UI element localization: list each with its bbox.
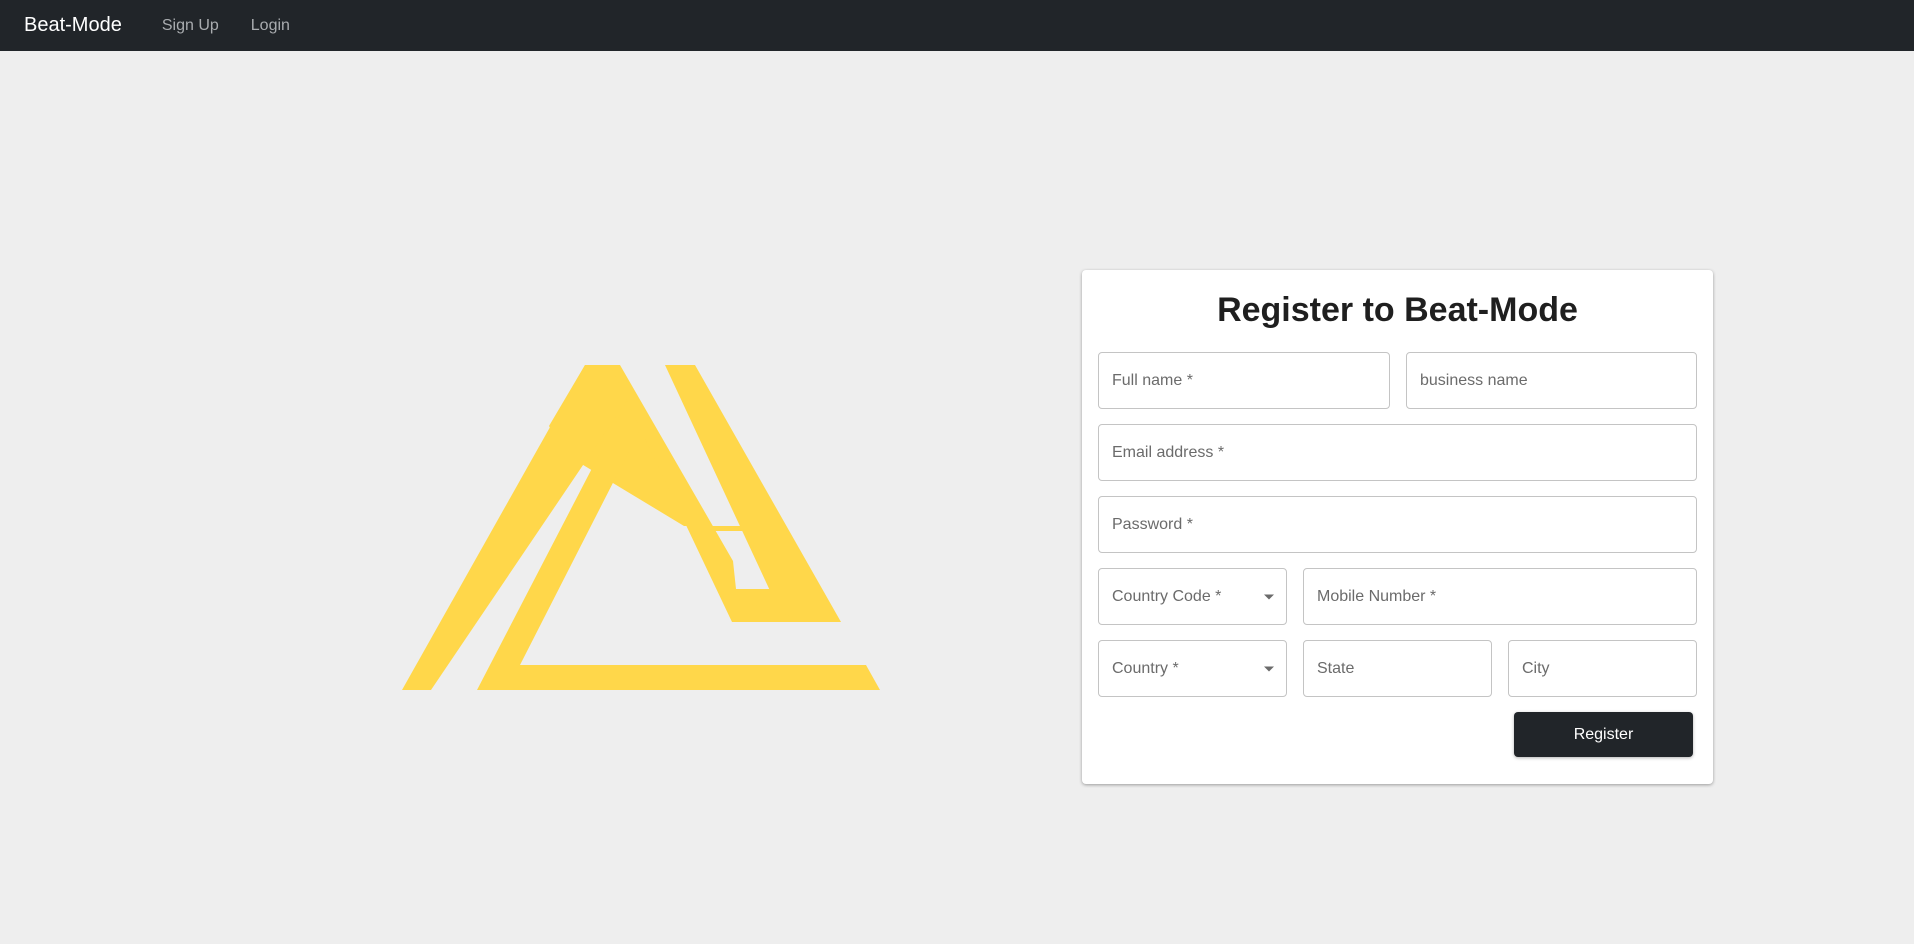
full-name-field[interactable]: Full name * <box>1098 352 1390 409</box>
country-placeholder: Country * <box>1112 659 1179 677</box>
app-viewport: Beat-Mode Sign Up Login Register to Beat… <box>0 0 1914 944</box>
logo-stroke-bottom <box>477 397 880 690</box>
country-select[interactable]: Country * <box>1098 640 1287 697</box>
mobile-number-placeholder: Mobile Number * <box>1317 587 1437 605</box>
caret-down-icon <box>1264 594 1274 599</box>
city-field[interactable]: City <box>1508 640 1697 697</box>
business-name-placeholder: business name <box>1420 371 1528 389</box>
email-field[interactable]: Email address * <box>1098 424 1697 481</box>
top-navbar: Beat-Mode Sign Up Login <box>0 0 1914 51</box>
nav-link-sign-up[interactable]: Sign Up <box>162 17 219 35</box>
triangle-logo-icon <box>402 365 880 690</box>
state-placeholder: State <box>1317 659 1355 677</box>
city-placeholder: City <box>1522 659 1550 677</box>
mobile-number-field[interactable]: Mobile Number * <box>1303 568 1697 625</box>
register-button[interactable]: Register <box>1514 712 1693 757</box>
register-card: Register to Beat-Mode Full name * busine… <box>1082 270 1713 784</box>
register-title: Register to Beat-Mode <box>1217 291 1578 329</box>
caret-down-icon <box>1264 666 1274 671</box>
country-code-select[interactable]: Country Code * <box>1098 568 1287 625</box>
full-name-placeholder: Full name * <box>1112 371 1193 389</box>
brand-link[interactable]: Beat-Mode <box>24 14 122 37</box>
main-area: Register to Beat-Mode Full name * busine… <box>0 51 1914 944</box>
email-placeholder: Email address * <box>1112 443 1225 461</box>
state-field[interactable]: State <box>1303 640 1492 697</box>
password-placeholder: Password * <box>1112 515 1193 533</box>
country-code-placeholder: Country Code * <box>1112 587 1222 605</box>
password-field[interactable]: Password * <box>1098 496 1697 553</box>
nav-link-login[interactable]: Login <box>251 17 290 35</box>
business-name-field[interactable]: business name <box>1406 352 1697 409</box>
